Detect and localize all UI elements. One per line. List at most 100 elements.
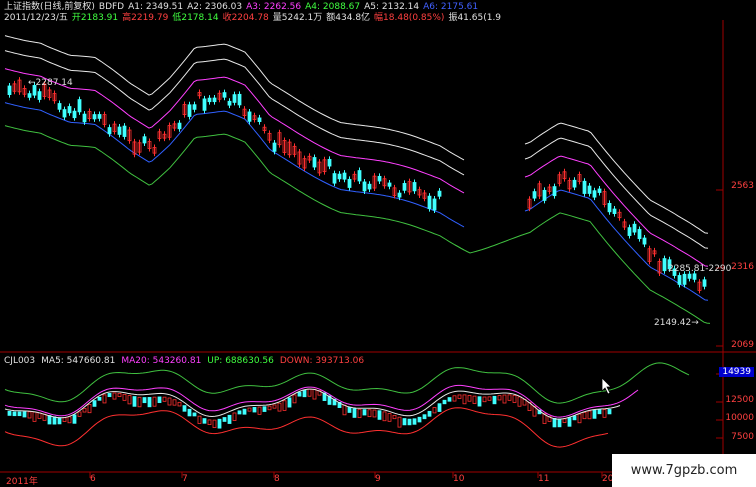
- volume-bar: [357, 408, 362, 419]
- volume-bar: [197, 415, 202, 424]
- volume-bar: [77, 411, 82, 417]
- volume-bar: [577, 413, 582, 424]
- price-axis-label: 2316: [731, 262, 754, 272]
- candle-body: [362, 181, 367, 192]
- volume-bar: [567, 417, 572, 427]
- stock-chart[interactable]: [0, 0, 756, 487]
- volume-bar: [312, 388, 317, 400]
- volume-bar: [377, 410, 382, 420]
- volume-bar: [387, 413, 392, 422]
- candle-body: [597, 188, 602, 193]
- volume-bar: [262, 406, 267, 412]
- candle-body: [357, 170, 362, 182]
- volume-bar: [147, 397, 152, 408]
- volume-bar: [127, 395, 132, 405]
- volume-bar: [97, 396, 102, 401]
- volume-bar: [382, 411, 387, 422]
- candle-body: [607, 202, 612, 213]
- volume-bar: [417, 416, 422, 423]
- volume-bar: [117, 392, 122, 397]
- sub-indicator-field: MA20: 543260.81: [121, 356, 202, 366]
- sub-axis-label: 12500: [725, 395, 754, 405]
- volume-bar: [122, 393, 127, 401]
- volume-bar: [192, 412, 197, 417]
- volume-bar: [82, 407, 87, 413]
- volume-bar: [392, 414, 397, 420]
- candle-body: [587, 185, 592, 194]
- volume-bar: [397, 416, 402, 428]
- candle-body: [632, 223, 637, 233]
- volume-bar: [367, 409, 372, 418]
- candle-body: [702, 279, 707, 287]
- volume-bar: [292, 394, 297, 404]
- volume-bar: [212, 419, 217, 428]
- candle-body: [397, 192, 402, 198]
- indicator-line: [4, 407, 609, 448]
- candle-body: [342, 172, 347, 180]
- volume-bar: [412, 418, 417, 425]
- price-axis-label: 2563: [731, 181, 754, 191]
- volume-bar: [452, 395, 457, 402]
- candle-body: [532, 191, 537, 199]
- volume-bar: [507, 394, 512, 401]
- volume-bar: [67, 416, 72, 424]
- candle-body: [237, 93, 242, 106]
- candle-body: [402, 183, 407, 191]
- volume-bar: [572, 415, 577, 421]
- candle-body: [677, 275, 682, 285]
- candle-body: [627, 227, 632, 236]
- volume-bar: [102, 394, 107, 404]
- volume-bar: [182, 405, 187, 412]
- candle-body: [332, 173, 337, 184]
- volume-bar: [267, 405, 272, 411]
- candle-body: [7, 85, 12, 95]
- candle-body: [692, 273, 697, 280]
- volume-bar: [347, 406, 352, 413]
- volume-bar: [237, 410, 242, 415]
- sub-axis-label-selected[interactable]: 14939: [719, 367, 754, 377]
- volume-bar: [227, 414, 232, 424]
- candle-body: [37, 91, 42, 100]
- volume-bar: [62, 417, 67, 422]
- candle-body: [27, 93, 32, 98]
- volume-bar: [162, 396, 167, 402]
- candle-body: [207, 97, 212, 103]
- sub-axis-label: 7500: [731, 432, 754, 442]
- x-axis-label: 6: [90, 474, 96, 484]
- candle-body: [347, 178, 352, 188]
- volume-bar: [52, 416, 57, 425]
- candle-body: [67, 106, 72, 114]
- volume-bar: [457, 394, 462, 399]
- volume-bar: [287, 397, 292, 408]
- candle-body: [257, 117, 262, 123]
- candle-body: [642, 237, 647, 245]
- volume-bar: [502, 394, 507, 404]
- volume-bar: [352, 408, 357, 418]
- candle-body: [122, 125, 127, 137]
- candle-body: [107, 127, 112, 135]
- volume-bar: [607, 409, 612, 415]
- sub-indicator-legend: CJL003 MA5: 547660.81 MA20: 543260.81 UP: 6…: [4, 356, 376, 366]
- candle-body: [72, 110, 77, 119]
- volume-bar: [362, 409, 367, 416]
- sub-indicator-field: MA5: 547660.81: [41, 356, 116, 366]
- volume-bar: [7, 410, 12, 416]
- candle-body: [387, 182, 392, 187]
- volume-bar: [517, 396, 522, 407]
- volume-bar: [27, 411, 32, 419]
- candle-body: [427, 195, 432, 210]
- price-low-annotation: 2149.42→: [654, 318, 699, 328]
- indicator-line: [4, 362, 690, 404]
- volume-bar: [512, 395, 517, 403]
- volume-bar: [562, 418, 567, 423]
- volume-bar: [487, 396, 492, 401]
- volume-bar: [402, 418, 407, 426]
- candle-body: [682, 273, 687, 285]
- volume-bar: [47, 415, 52, 425]
- candle-body: [662, 258, 667, 272]
- volume-bar: [247, 407, 252, 412]
- candle-body: [552, 186, 557, 197]
- candle-body: [192, 104, 197, 110]
- candle-body: [212, 97, 217, 103]
- volume-bar: [112, 392, 117, 400]
